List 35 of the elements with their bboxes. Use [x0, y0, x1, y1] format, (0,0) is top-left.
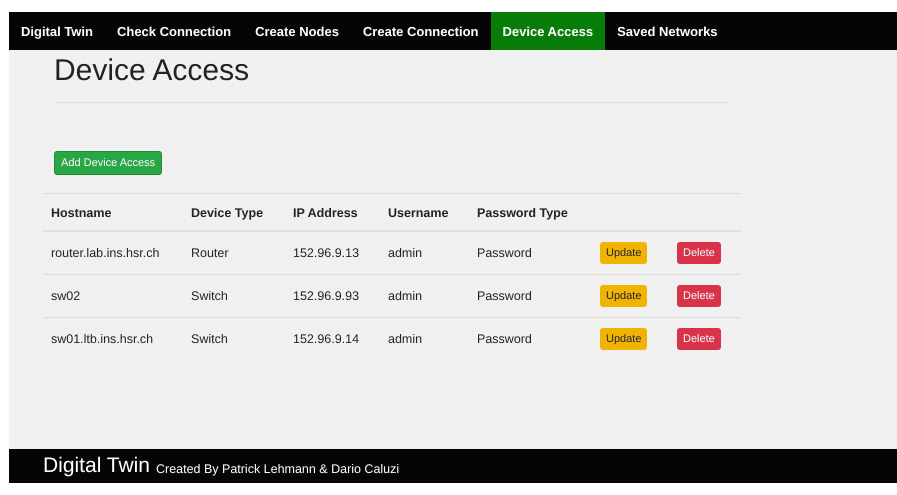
table-cell: Password: [469, 274, 592, 318]
table-cell: 152.96.9.93: [285, 274, 380, 318]
delete-button[interactable]: Delete: [677, 242, 721, 264]
table-cell: sw01.ltb.ins.hsr.ch: [43, 318, 183, 360]
table-cell: Password: [469, 318, 592, 360]
column-header: Password Type: [469, 194, 592, 231]
table-cell: Switch: [183, 318, 285, 360]
table-cell: admin: [380, 231, 469, 274]
table-cell: Router: [183, 231, 285, 274]
table-cell: admin: [380, 274, 469, 318]
column-header: Hostname: [43, 194, 183, 231]
page-title: Device Access: [54, 54, 250, 88]
footer-brand: Digital Twin: [43, 454, 150, 478]
nav-tab[interactable]: Create Connection: [350, 12, 490, 50]
nav-tab[interactable]: Digital Twin: [9, 12, 105, 50]
nav-tab[interactable]: Check Connection: [104, 12, 244, 50]
nav-tab[interactable]: Device Access: [490, 12, 606, 50]
delete-button[interactable]: Delete: [677, 285, 721, 307]
update-button[interactable]: Update: [600, 328, 648, 350]
footer-credit: Created By Patrick Lehmann & Dario Caluzi: [156, 460, 400, 476]
table-cell: Switch: [183, 274, 285, 318]
update-button[interactable]: Update: [600, 285, 648, 307]
column-header: Username: [380, 194, 469, 231]
delete-button[interactable]: Delete: [677, 328, 721, 350]
table-cell: admin: [380, 318, 469, 360]
column-header: IP Address: [285, 194, 380, 231]
table-cell: sw02: [43, 274, 183, 318]
table-cell: 152.96.9.13: [285, 231, 380, 274]
table-cell: 152.96.9.14: [285, 318, 380, 360]
nav-tab[interactable]: Saved Networks: [605, 12, 730, 50]
nav-tab[interactable]: Create Nodes: [243, 12, 351, 50]
table-cell: Password: [469, 231, 592, 274]
column-header: Device Type: [183, 194, 285, 231]
update-button[interactable]: Update: [600, 242, 648, 264]
table-cell: router.lab.ins.hsr.ch: [43, 231, 183, 274]
